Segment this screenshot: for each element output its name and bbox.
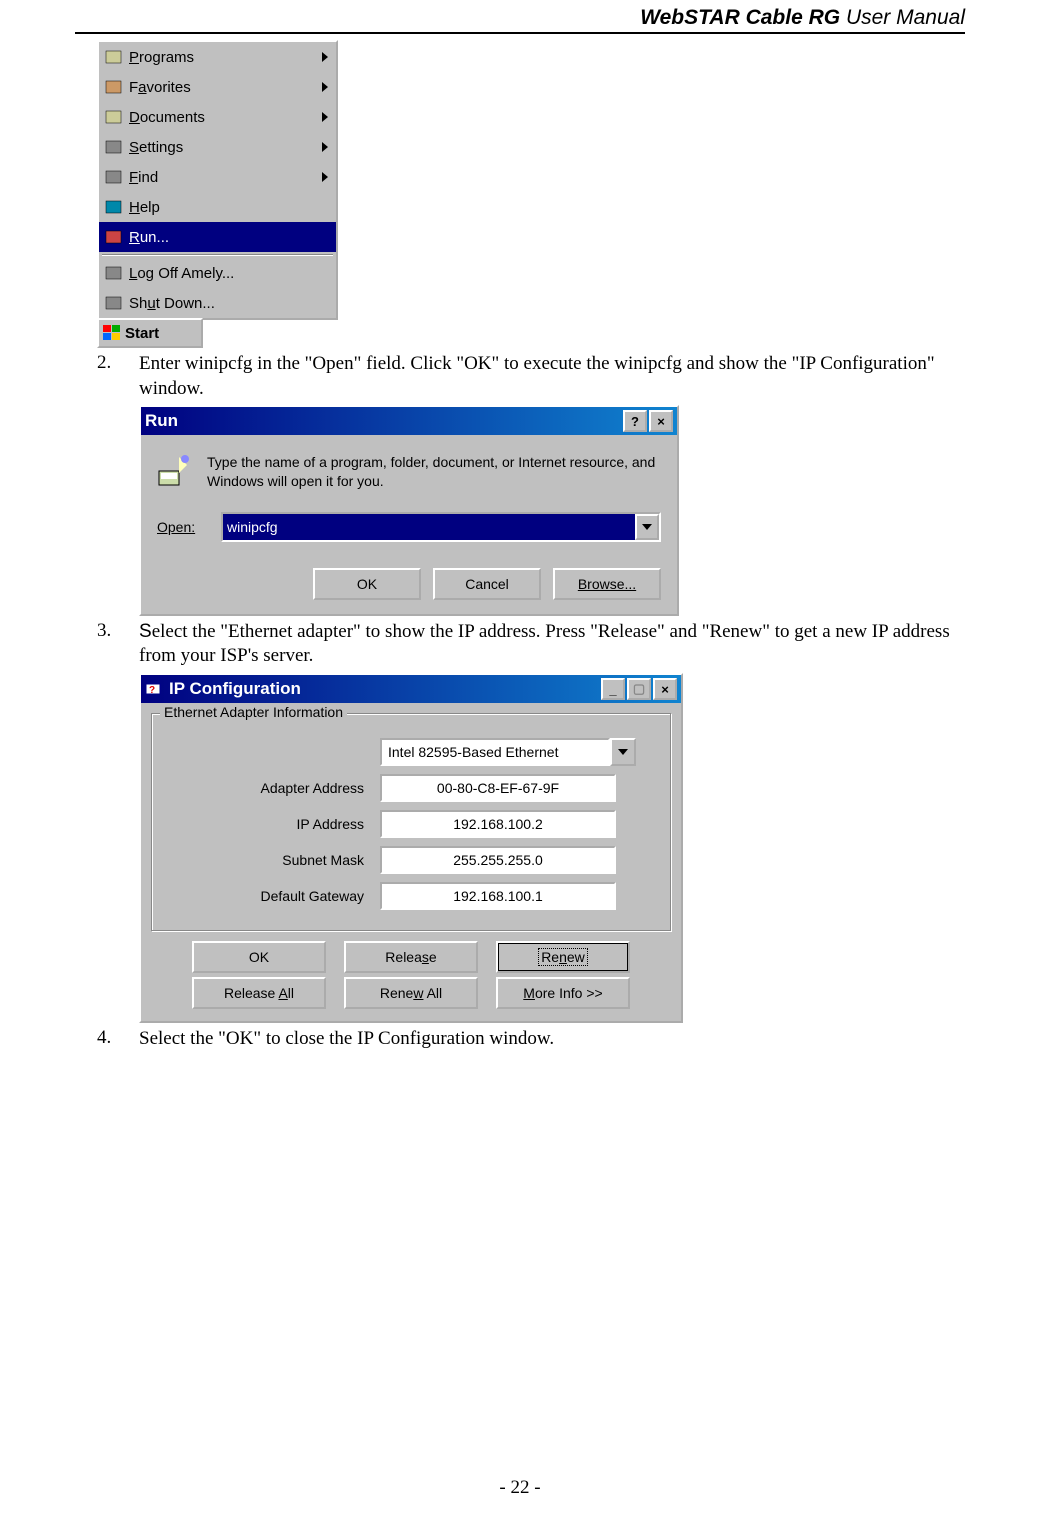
step-3-number: 3. — [97, 620, 139, 669]
help-button[interactable]: ? — [623, 410, 647, 432]
combo-dropdown-button[interactable] — [635, 514, 659, 540]
step-4: 4. Select the "OK" to close the IP Confi… — [97, 1027, 965, 1052]
menu-item-label: Log Off Amely... — [129, 265, 234, 282]
adapter-select[interactable]: Intel 82595-Based Ethernet — [380, 738, 636, 766]
menu-item-icon — [105, 199, 123, 215]
page-footer: - 22 - — [0, 1477, 1040, 1499]
start-menu-item[interactable]: Shut Down... — [99, 288, 336, 318]
run-open-label: Open: — [157, 519, 207, 535]
ip-ok-button[interactable]: OK — [192, 941, 326, 973]
start-menu-item[interactable]: Programs — [99, 42, 336, 72]
start-menu-item[interactable]: Settings — [99, 132, 336, 162]
minimize-button[interactable]: _ — [601, 678, 625, 700]
adapter-address-value: 00-80-C8-EF-67-9F — [380, 774, 616, 802]
ip-release-button[interactable]: Release — [344, 941, 478, 973]
start-menu-item[interactable]: Log Off Amely... — [99, 258, 336, 288]
menu-item-label: Run... — [129, 229, 169, 246]
menu-item-icon — [105, 139, 123, 155]
ip-config-icon: ? — [145, 681, 163, 697]
gateway-label: Default Gateway — [164, 888, 380, 904]
menu-item-label: Find — [129, 169, 158, 186]
run-titlebar: Run ? × — [141, 407, 677, 435]
run-cancel-button[interactable]: Cancel — [433, 568, 541, 600]
close-button[interactable]: × — [649, 410, 673, 432]
start-menu-item[interactable]: Help — [99, 192, 336, 222]
start-menu-item[interactable]: Documents — [99, 102, 336, 132]
adapter-select-value: Intel 82595-Based Ethernet — [380, 738, 610, 766]
ip-renew-button[interactable]: Renew — [496, 941, 630, 973]
run-open-combo[interactable] — [221, 512, 661, 542]
menu-item-label: Help — [129, 199, 160, 216]
svg-text:?: ? — [149, 685, 155, 696]
start-button[interactable]: Start — [97, 318, 203, 348]
menu-item-icon — [105, 265, 123, 281]
menu-item-label: Programs — [129, 49, 194, 66]
header-suffix: User Manual — [840, 6, 965, 29]
chevron-down-icon — [642, 524, 652, 530]
start-button-label: Start — [125, 325, 159, 342]
start-menu-item[interactable]: Run... — [99, 222, 336, 252]
submenu-arrow-icon — [322, 142, 328, 152]
subnet-value: 255.255.255.0 — [380, 846, 616, 874]
ethernet-adapter-group: Ethernet Adapter Information Intel 82595… — [151, 713, 671, 931]
gateway-value: 192.168.100.1 — [380, 882, 616, 910]
ip-renew-all-button[interactable]: Renew All — [344, 977, 478, 1009]
menu-item-icon — [105, 229, 123, 245]
step-2: 2. Enter winipcfg in the "Open" field. C… — [97, 352, 965, 401]
submenu-arrow-icon — [322, 82, 328, 92]
run-open-input[interactable] — [223, 514, 635, 540]
menu-item-label: Documents — [129, 109, 205, 126]
start-menu: Programs Favorites Documents Settings Find He… — [97, 40, 338, 320]
ip-address-label: IP Address — [164, 816, 380, 832]
adapter-dropdown-button[interactable] — [610, 738, 636, 766]
ip-title: IP Configuration — [169, 679, 301, 699]
submenu-arrow-icon — [322, 112, 328, 122]
page-header: WebSTAR Cable RG User Manual — [75, 0, 965, 34]
header-brand: WebSTAR Cable RG — [640, 6, 840, 29]
menu-item-label: Favorites — [129, 79, 191, 96]
menu-item-icon — [105, 79, 123, 95]
ip-release-all-button[interactable]: Release All — [192, 977, 326, 1009]
adapter-address-label: Adapter Address — [164, 780, 380, 796]
start-menu-item[interactable]: Find — [99, 162, 336, 192]
menu-separator — [102, 254, 333, 256]
run-app-icon — [157, 453, 193, 489]
ip-titlebar: ? IP Configuration _ ▢ × — [141, 675, 681, 703]
step-3-text: Select the "Ethernet adapter" to show th… — [139, 620, 965, 669]
step-3: 3. Select the "Ethernet adapter" to show… — [97, 620, 965, 669]
ip-config-dialog: ? IP Configuration _ ▢ × Ethernet Adapte… — [139, 673, 683, 1023]
start-menu-item[interactable]: Favorites — [99, 72, 336, 102]
group-label: Ethernet Adapter Information — [160, 704, 347, 720]
menu-item-label: Shut Down... — [129, 295, 215, 312]
step-2-text: Enter winipcfg in the "Open" field. Clic… — [139, 352, 965, 401]
step-4-text: Select the "OK" to close the IP Configur… — [139, 1027, 965, 1052]
menu-item-icon — [105, 49, 123, 65]
windows-logo-icon — [103, 325, 121, 341]
subnet-label: Subnet Mask — [164, 852, 380, 868]
menu-item-icon — [105, 109, 123, 125]
ip-address-value: 192.168.100.2 — [380, 810, 616, 838]
run-browse-button[interactable]: Browse... — [553, 568, 661, 600]
step-2-number: 2. — [97, 352, 139, 401]
maximize-button[interactable]: ▢ — [627, 678, 651, 700]
run-title: Run — [145, 411, 178, 431]
run-description: Type the name of a program, folder, docu… — [207, 453, 661, 489]
close-button[interactable]: × — [653, 678, 677, 700]
submenu-arrow-icon — [322, 172, 328, 182]
submenu-arrow-icon — [322, 52, 328, 62]
ip-more-info-button[interactable]: More Info >> — [496, 977, 630, 1009]
step-4-number: 4. — [97, 1027, 139, 1052]
run-ok-button[interactable]: OK — [313, 568, 421, 600]
menu-item-label: Settings — [129, 139, 183, 156]
menu-item-icon — [105, 295, 123, 311]
chevron-down-icon — [618, 749, 628, 755]
menu-item-icon — [105, 169, 123, 185]
run-dialog: Run ? × Type the name of a program, fold… — [139, 405, 679, 615]
